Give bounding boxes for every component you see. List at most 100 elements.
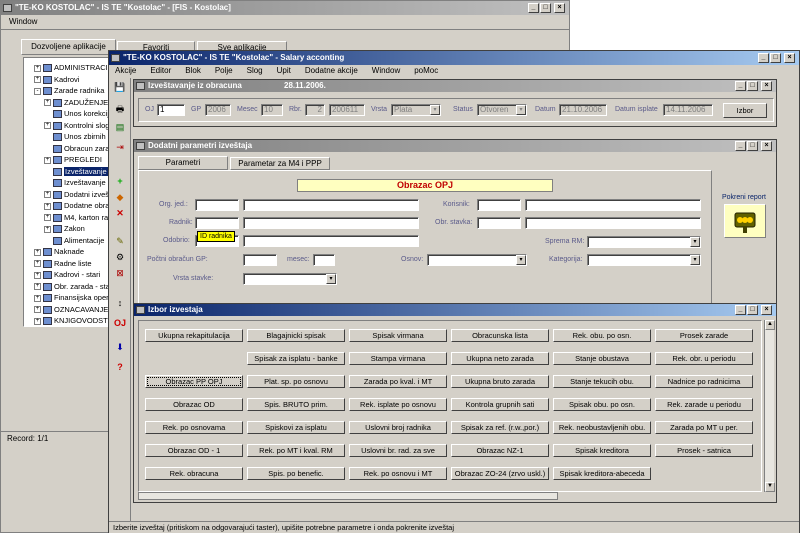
scroll-down-icon[interactable]: ▼	[765, 482, 775, 492]
oj-field[interactable]: 1	[157, 104, 185, 116]
report-button[interactable]: Blagajnicki spisak	[247, 329, 345, 342]
menu-akcije[interactable]: Akcije	[115, 66, 136, 75]
report-button[interactable]: Rek. po MT i kval. RM	[247, 444, 345, 457]
tree-item[interactable]: + M4, karton radnika	[44, 212, 112, 224]
menu-window[interactable]: Window	[372, 66, 400, 75]
korisnik-name-field[interactable]	[525, 199, 701, 211]
report-button[interactable]: Obrazac OD - 1	[145, 444, 243, 457]
exit-icon[interactable]: ⇥	[112, 140, 128, 155]
report-button[interactable]: Plat. sp. po osnovu	[247, 375, 345, 388]
report-button[interactable]: Spiskovi za isplatu	[247, 421, 345, 434]
tree-item[interactable]: Obracun zarada	[44, 143, 112, 155]
maximize-button[interactable]: □	[747, 81, 758, 91]
minimize-button[interactable]: _	[735, 305, 746, 315]
oj-icon[interactable]: OJ	[112, 316, 128, 331]
datum-field[interactable]: 21.10.2006	[559, 104, 607, 116]
tree-item[interactable]: + ADMINISTRACIJA	[34, 62, 112, 74]
obr-stavka-field[interactable]	[477, 217, 521, 229]
report-button[interactable]: Nadnice po radnicima	[655, 375, 753, 388]
tree-item[interactable]: + Kadrovi - stari	[34, 269, 100, 281]
expand-icon[interactable]: +	[34, 248, 41, 256]
save-icon[interactable]: 💾	[112, 80, 128, 95]
korisnik-field[interactable]	[477, 199, 521, 211]
minimize-button[interactable]: _	[758, 53, 769, 63]
horizontal-scrollbar[interactable]	[138, 492, 558, 500]
tree-item[interactable]: + ZADUŽENJE	[44, 97, 108, 109]
radnik-field[interactable]	[195, 217, 239, 229]
report-button[interactable]: Ukupna neto zarada	[451, 352, 549, 365]
chevron-down-icon[interactable]: ▾	[430, 105, 440, 115]
report-button[interactable]: Spisak virmana	[349, 329, 447, 342]
tab-dozvoljene[interactable]: Dozvoljene aplikacije	[21, 39, 116, 55]
report-button[interactable]: Uslovni broj radnika	[349, 421, 447, 434]
menu-blok[interactable]: Blok	[185, 66, 201, 75]
report-button[interactable]: Stampa virmana	[349, 352, 447, 365]
report-button[interactable]: Obrazac NZ-1	[451, 444, 549, 457]
expand-icon[interactable]: +	[34, 294, 41, 302]
period-field[interactable]: 200611	[329, 104, 365, 116]
report-button[interactable]: Rek. po osnovu i MT	[349, 467, 447, 480]
report-button[interactable]: Obrazac OD	[145, 398, 243, 411]
status-field[interactable]: Otvoren ▾	[477, 104, 527, 116]
tree-item[interactable]: + Dodatne obrade	[44, 200, 112, 212]
minimize-button[interactable]: _	[735, 141, 746, 151]
print-preview-icon[interactable]: ▤	[112, 120, 128, 135]
tab-parametri[interactable]: Parametri	[138, 156, 228, 170]
mesec-param-field[interactable]	[313, 254, 335, 266]
query-icon[interactable]: ✎	[112, 234, 128, 249]
tree-item[interactable]: + Naknade	[34, 246, 84, 258]
expand-icon[interactable]: +	[44, 122, 51, 130]
duplicate-icon[interactable]: ◆	[112, 190, 128, 205]
tree-item[interactable]: Izveštavanje iz obracuna	[44, 177, 112, 189]
tree-item[interactable]: + Zakon	[44, 223, 85, 235]
report-button[interactable]: Zarada po MT u per.	[655, 421, 753, 434]
minimize-button[interactable]: _	[528, 3, 539, 13]
expand-icon[interactable]: +	[34, 317, 41, 325]
tree-item[interactable]: Unos korekcija	[44, 108, 112, 120]
report-button[interactable]: Obrazac PP OPJ	[145, 375, 243, 388]
tree-item[interactable]: + Radne liste	[34, 258, 92, 270]
menu-pomoc[interactable]: poMoc	[414, 66, 438, 75]
kategorija-field[interactable]: ▾	[587, 254, 701, 266]
maximize-button[interactable]: □	[770, 53, 781, 63]
print-icon[interactable]: 🖶	[112, 102, 128, 117]
sprema-field[interactable]: ▾	[587, 236, 701, 248]
report-button[interactable]: Rek. po osnovama	[145, 421, 243, 434]
maximize-button[interactable]: □	[747, 305, 758, 315]
chevron-down-icon[interactable]: ▾	[690, 237, 700, 247]
report-button[interactable]: Spisak za ref. (r.w.,por.)	[451, 421, 549, 434]
report-button[interactable]: Spisak obu. po osn.	[553, 398, 651, 411]
report-button[interactable]: Rek. zarade u periodu	[655, 398, 753, 411]
insert-icon[interactable]: +	[112, 174, 128, 189]
report-button[interactable]: Stanje obustava	[553, 352, 651, 365]
app-tree[interactable]: + ADMINISTRACIJA + Kadrovi - Zarade radnika + Z…	[23, 57, 113, 327]
back-menu-window[interactable]: Window	[9, 17, 37, 26]
report-button[interactable]: Uslovni br. rad. za sve	[349, 444, 447, 457]
vrsta-field[interactable]: Plata ▾	[391, 104, 441, 116]
report-button[interactable]: Ukupna bruto zarada	[451, 375, 549, 388]
report-button[interactable]: Zarada po kval. i MT	[349, 375, 447, 388]
close-button[interactable]: ×	[761, 141, 772, 151]
tree-item[interactable]: + Finansijska operativa	[34, 292, 112, 304]
tree-item[interactable]: + OZNACAVANJE	[34, 304, 108, 316]
expand-icon[interactable]: +	[34, 306, 41, 314]
gp-field[interactable]: 2006	[205, 104, 231, 116]
help-icon[interactable]: ?	[112, 360, 128, 375]
menu-upit[interactable]: Upit	[277, 66, 291, 75]
report-button[interactable]: Stanje tekucih obu.	[553, 375, 651, 388]
expand-icon[interactable]: +	[44, 225, 51, 233]
mesec-field[interactable]: 10	[261, 104, 283, 116]
close-button[interactable]: ×	[761, 305, 772, 315]
report-button[interactable]: Rek. isplate po osnovu	[349, 398, 447, 411]
chevron-down-icon[interactable]: ▾	[690, 255, 700, 265]
minimize-button[interactable]: _	[735, 81, 746, 91]
expand-icon[interactable]: +	[44, 202, 51, 210]
collapse-icon[interactable]: -	[34, 87, 41, 95]
chevron-down-icon[interactable]: ▾	[326, 274, 336, 284]
report-button[interactable]: Kontrola grupnih sati	[451, 398, 549, 411]
menu-slog[interactable]: Slog	[247, 66, 263, 75]
radnik-name-field[interactable]	[243, 217, 419, 229]
report-button[interactable]: Rek. obu. po osn.	[553, 329, 651, 342]
report-button[interactable]: Rek. obr. u periodu	[655, 352, 753, 365]
org-name-field[interactable]	[243, 199, 419, 211]
